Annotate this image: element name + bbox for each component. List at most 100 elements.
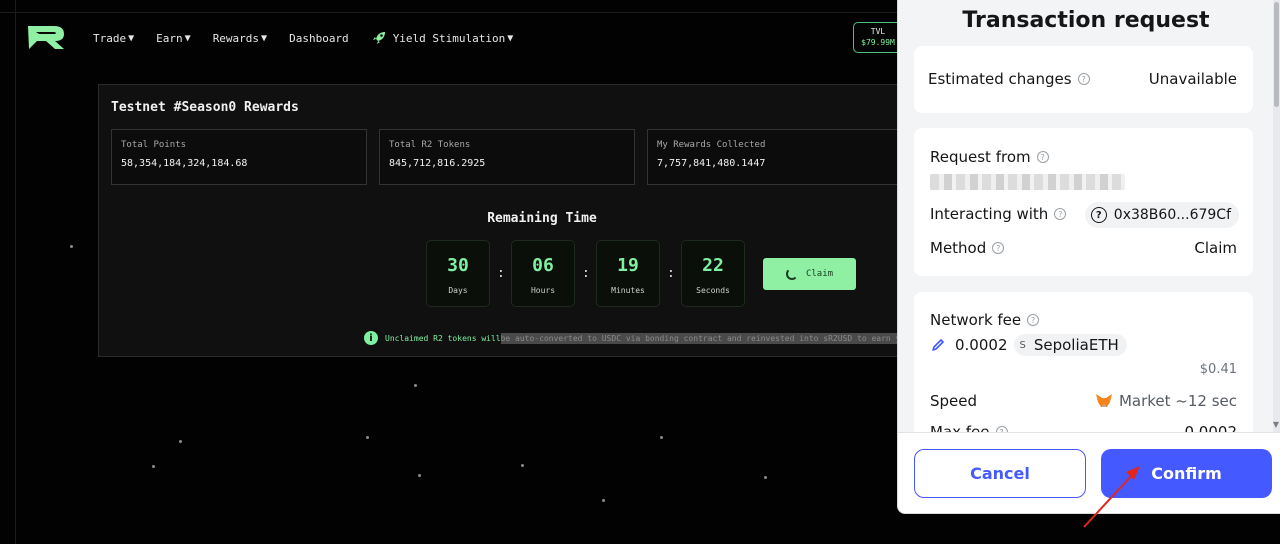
r2-logo[interactable] bbox=[24, 22, 68, 52]
nav-yield-stimulation-label: Yield Stimulation bbox=[392, 31, 506, 45]
tvl-label: TVL bbox=[870, 27, 886, 36]
nav-rewards[interactable]: Rewards ▼ bbox=[213, 32, 267, 45]
stat-label: Total R2 Tokens bbox=[389, 140, 471, 150]
estimated-changes-card: Estimated changes ? Unavailable bbox=[914, 46, 1253, 113]
timer-value: 19 bbox=[617, 255, 639, 276]
star-decoration bbox=[602, 499, 605, 502]
stat-my-rewards-collected: My Rewards Collected 7,757,841,480.1447 bbox=[647, 129, 909, 185]
fox-icon bbox=[1095, 394, 1112, 407]
interacting-with-row: Interacting with ? bbox=[930, 205, 1067, 223]
unclaimed-notice: i Unclaimed R2 tokens will be auto-conve… bbox=[364, 330, 898, 346]
blurred-origin-url bbox=[930, 174, 1125, 190]
claim-button-label: Claim bbox=[805, 269, 834, 279]
notice-text-selected: be auto-converted to USDC via bonding co… bbox=[500, 332, 898, 344]
contract-address: 0x38B60...679Cf bbox=[1113, 207, 1231, 223]
network-fee-row: Network fee ? bbox=[930, 311, 1040, 329]
popup-footer: Cancel Confirm bbox=[898, 432, 1280, 513]
question-icon[interactable]: ? bbox=[1077, 73, 1090, 85]
network-fee-fiat: $0.41 bbox=[1199, 362, 1237, 377]
request-from-row: Request from ? bbox=[930, 148, 1049, 166]
timer-value: 22 bbox=[702, 255, 724, 276]
star-decoration bbox=[764, 476, 767, 479]
star-decoration bbox=[660, 436, 663, 439]
stat-total-points: Total Points 58,354,184,324,184.68 bbox=[111, 129, 367, 185]
timer-minutes: 19 Minutes bbox=[596, 240, 660, 307]
stat-value: 7,757,841,480.1447 bbox=[657, 158, 766, 169]
rewards-title: Testnet #Season0 Rewards bbox=[111, 100, 299, 115]
scroll-down-arrow-icon[interactable]: ▼ bbox=[1273, 420, 1279, 429]
star-decoration bbox=[152, 465, 155, 468]
method-value: Claim bbox=[1194, 239, 1237, 257]
nav-earn[interactable]: Earn ▼ bbox=[156, 32, 191, 45]
stat-label: My Rewards Collected bbox=[657, 140, 766, 150]
stat-value: 58,354,184,324,184.68 bbox=[121, 158, 248, 169]
nav-yield-stimulation[interactable]: Yield Stimulation ▼ bbox=[371, 30, 514, 46]
star-decoration bbox=[366, 436, 369, 439]
star-decoration bbox=[414, 384, 417, 387]
estimated-changes-label: Estimated changes bbox=[928, 70, 1072, 88]
timer-hours: 06 Hours bbox=[511, 240, 575, 307]
rocket-icon bbox=[372, 32, 385, 44]
unknown-contract-icon: ? bbox=[1090, 207, 1107, 223]
loading-spinner-icon bbox=[785, 268, 798, 280]
tvl-badge: TVL $79.99M bbox=[853, 22, 903, 53]
star-decoration bbox=[179, 440, 182, 443]
chevron-down-icon: ▼ bbox=[261, 32, 268, 44]
star-decoration bbox=[521, 464, 524, 467]
contract-address-pill[interactable]: ? 0x38B60...679Cf bbox=[1084, 202, 1239, 228]
timer-unit: Seconds bbox=[696, 286, 730, 295]
method-row: Method ? bbox=[930, 239, 1005, 257]
main-nav: Trade ▼ Earn ▼ Rewards ▼ Dashboard Yield St… bbox=[93, 30, 535, 46]
speed-value: Market ~12 sec bbox=[1118, 392, 1237, 410]
question-icon[interactable]: ? bbox=[1054, 208, 1067, 220]
edit-pencil-icon[interactable] bbox=[931, 338, 945, 352]
frame-border-top bbox=[0, 12, 900, 13]
chevron-down-icon: ▼ bbox=[184, 32, 191, 44]
scrollbar-thumb[interactable] bbox=[1274, 2, 1279, 107]
info-icon: i bbox=[364, 331, 378, 345]
popup-scrollbar[interactable] bbox=[1273, 0, 1280, 432]
request-from-label: Request from bbox=[930, 148, 1031, 166]
network-fee-amount-row[interactable]: 0.0002 S SepoliaETH bbox=[931, 334, 1127, 356]
stat-value: 845,712,816.2925 bbox=[389, 158, 486, 169]
timer-value: 30 bbox=[447, 255, 469, 276]
timer-separator: : bbox=[667, 266, 675, 281]
speed-row: Speed bbox=[930, 392, 977, 410]
estimated-changes-row: Estimated changes ? bbox=[928, 70, 1090, 88]
timer-separator: : bbox=[497, 266, 505, 281]
nav-dashboard-label: Dashboard bbox=[289, 31, 349, 45]
timer-days: 30 Days bbox=[426, 240, 490, 307]
question-icon[interactable]: ? bbox=[1027, 314, 1040, 326]
question-icon[interactable]: ? bbox=[1036, 151, 1049, 163]
timer-unit: Minutes bbox=[611, 286, 645, 295]
network-fee-amount: 0.0002 bbox=[955, 336, 1008, 354]
question-icon[interactable]: ? bbox=[992, 242, 1005, 254]
token-avatar: S bbox=[1019, 339, 1026, 351]
notice-text: Unclaimed R2 tokens will bbox=[385, 333, 501, 343]
claim-button[interactable]: Claim bbox=[763, 258, 856, 290]
nav-rewards-label: Rewards bbox=[212, 31, 260, 45]
stat-total-r2-tokens: Total R2 Tokens 845,712,816.2925 bbox=[379, 129, 635, 185]
speed-value-group[interactable]: Market ~12 sec bbox=[1095, 392, 1237, 410]
frame-border-left bbox=[15, 0, 16, 544]
network-fee-label: Network fee bbox=[930, 311, 1022, 329]
estimated-changes-value: Unavailable bbox=[1148, 70, 1237, 88]
timer-separator: : bbox=[582, 266, 590, 281]
speed-label: Speed bbox=[930, 392, 978, 410]
timer-value: 06 bbox=[532, 255, 554, 276]
chevron-down-icon: ▼ bbox=[128, 32, 135, 44]
timer-unit: Hours bbox=[530, 286, 556, 295]
nav-trade[interactable]: Trade ▼ bbox=[93, 32, 134, 45]
nav-dashboard[interactable]: Dashboard bbox=[289, 32, 349, 45]
request-details-card: Request from ? Interacting with ? ? 0x38… bbox=[914, 128, 1253, 276]
confirm-button[interactable]: Confirm bbox=[1101, 449, 1272, 498]
timer-unit: Days bbox=[448, 286, 468, 295]
cancel-button[interactable]: Cancel bbox=[914, 449, 1086, 498]
tvl-value: $79.99M bbox=[861, 38, 895, 47]
method-label: Method bbox=[930, 239, 987, 257]
star-decoration bbox=[418, 474, 421, 477]
popup-title: Transaction request bbox=[962, 8, 1210, 33]
token-name: SepoliaETH bbox=[1033, 336, 1119, 354]
chevron-down-icon: ▼ bbox=[507, 32, 514, 44]
timer-seconds: 22 Seconds bbox=[681, 240, 745, 307]
